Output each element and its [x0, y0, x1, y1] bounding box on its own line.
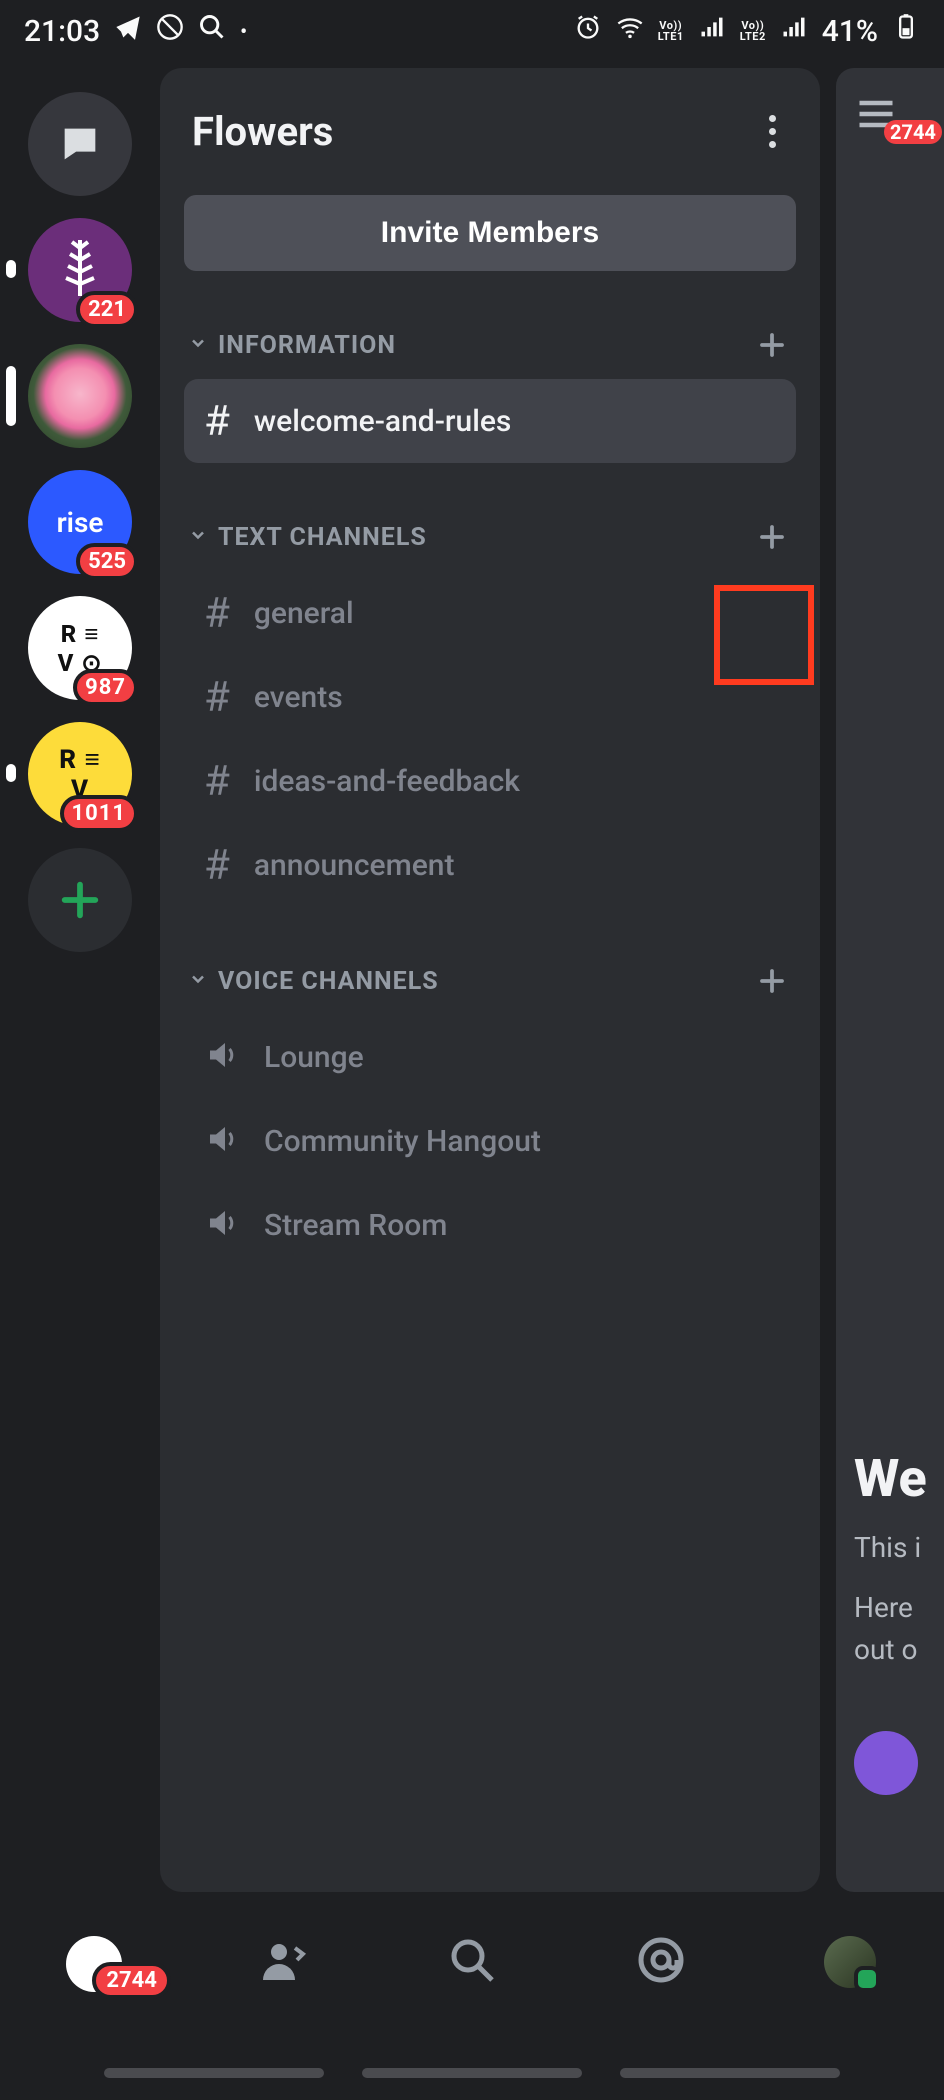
server-revo2[interactable]: R ≡ V1011 — [28, 722, 132, 826]
clock: 21:03 — [24, 14, 100, 49]
channel-name: welcome-and-rules — [254, 404, 511, 439]
friends-icon — [259, 1936, 307, 1984]
signal1-icon — [698, 13, 726, 49]
text-channel-announcement[interactable]: # announcement — [184, 823, 796, 907]
voice-channel-Stream Room[interactable]: Stream Room — [184, 1183, 796, 1267]
unread-badge: 221 — [76, 291, 138, 328]
server-add[interactable] — [28, 848, 132, 952]
server-rail: 221rise525R ≡ V ⊙987R ≡ V1011 — [0, 62, 160, 1900]
tab-home[interactable]: 2744 — [44, 1936, 144, 1992]
plus-icon — [57, 877, 103, 923]
server-avatar-partial — [854, 1731, 918, 1795]
server-label: R ≡ V ⊙ — [58, 620, 103, 677]
alarm-icon — [574, 13, 602, 49]
server-rise[interactable]: rise525 — [28, 470, 132, 574]
battery-icon — [892, 13, 920, 49]
telegram-icon — [114, 13, 142, 49]
channel-name: Lounge — [264, 1040, 364, 1075]
search-icon — [448, 1936, 496, 1984]
category-header[interactable]: INFORMATION — [184, 311, 796, 379]
channel-name: announcement — [254, 848, 455, 883]
hash-icon: # — [204, 673, 230, 722]
channel-name: ideas-and-feedback — [254, 764, 520, 799]
hash-icon: # — [204, 397, 230, 446]
unread-badge: 525 — [76, 543, 138, 580]
chevron-down-icon — [188, 967, 208, 996]
dnd-icon — [156, 13, 184, 49]
speaker-icon — [204, 1205, 240, 1245]
unread-badge: 1011 — [60, 795, 139, 832]
search-status-icon — [198, 13, 226, 49]
welcome-line3: out o — [854, 1629, 944, 1671]
hash-icon: # — [204, 841, 230, 890]
invite-members-button[interactable]: Invite Members — [184, 195, 796, 271]
server-menu-button[interactable] — [756, 115, 788, 148]
hash-icon: # — [204, 589, 230, 638]
channel-name: Stream Room — [264, 1208, 447, 1243]
add-channel-button[interactable] — [752, 517, 792, 557]
add-channel-button[interactable] — [752, 961, 792, 1001]
sim1-label: Vo)) LTE1 — [658, 20, 684, 42]
dot-icon: • — [240, 19, 247, 43]
category-name: INFORMATION — [218, 331, 396, 360]
server-revo1[interactable]: R ≡ V ⊙987 — [28, 596, 132, 700]
server-wheat[interactable]: 221 — [28, 218, 132, 322]
welcome-line1: This i — [854, 1527, 944, 1569]
tab-profile[interactable] — [800, 1936, 900, 1988]
chevron-down-icon — [188, 523, 208, 552]
text-channel-welcome-and-rules[interactable]: # welcome-and-rules — [184, 379, 796, 463]
hash-icon: # — [204, 757, 230, 806]
channel-name: events — [254, 680, 343, 715]
text-channel-general[interactable]: # general — [184, 571, 796, 655]
tab-friends[interactable] — [233, 1936, 333, 1984]
category-name: VOICE CHANNELS — [218, 967, 439, 996]
signal2-icon — [780, 13, 808, 49]
channel-list-panel: Flowers Invite Members INFORMATION # welco… — [160, 68, 820, 1892]
text-channel-ideas-and-feedback[interactable]: # ideas-and-feedback — [184, 739, 796, 823]
user-avatar — [824, 1936, 876, 1988]
speaker-icon — [204, 1037, 240, 1077]
category-header[interactable]: VOICE CHANNELS — [184, 947, 796, 1015]
channel-name: Community Hangout — [264, 1124, 541, 1159]
gesture-bar — [620, 2068, 840, 2078]
chat-mentions-badge: 2744 — [884, 120, 942, 144]
category-name: TEXT CHANNELS — [218, 523, 427, 552]
server-rose[interactable] — [28, 344, 132, 448]
server-title[interactable]: Flowers — [192, 108, 333, 155]
tab-mentions[interactable] — [611, 1936, 711, 1984]
sim2-label: Vo)) LTE2 — [740, 20, 766, 42]
wifi-icon — [616, 13, 644, 49]
mentions-icon — [637, 1936, 685, 1984]
unread-badge: 987 — [73, 669, 138, 706]
gesture-bar — [104, 2068, 324, 2078]
voice-channel-Lounge[interactable]: Lounge — [184, 1015, 796, 1099]
channel-name: general — [254, 596, 354, 631]
welcome-heading-partial: We — [854, 1448, 944, 1509]
battery-text: 41% — [822, 14, 878, 49]
server-label: rise — [57, 506, 104, 539]
chevron-down-icon — [188, 331, 208, 360]
category-header[interactable]: TEXT CHANNELS — [184, 503, 796, 571]
gesture-bar — [362, 2068, 582, 2078]
speaker-icon — [204, 1121, 240, 1161]
home-badge: 2744 — [92, 1962, 171, 1999]
chat-bubble-icon — [57, 121, 103, 167]
welcome-line2: Here — [854, 1587, 944, 1629]
chat-preview-sliver: 2744 We This i Here out o — [836, 68, 944, 1892]
status-bar: 21:03 • Vo)) LTE1 Vo)) LTE2 41% — [0, 0, 944, 62]
server-dm[interactable] — [28, 92, 132, 196]
tab-search[interactable] — [422, 1936, 522, 1984]
text-channel-events[interactable]: # events — [184, 655, 796, 739]
voice-channel-Community Hangout[interactable]: Community Hangout — [184, 1099, 796, 1183]
add-channel-button[interactable] — [752, 325, 792, 365]
